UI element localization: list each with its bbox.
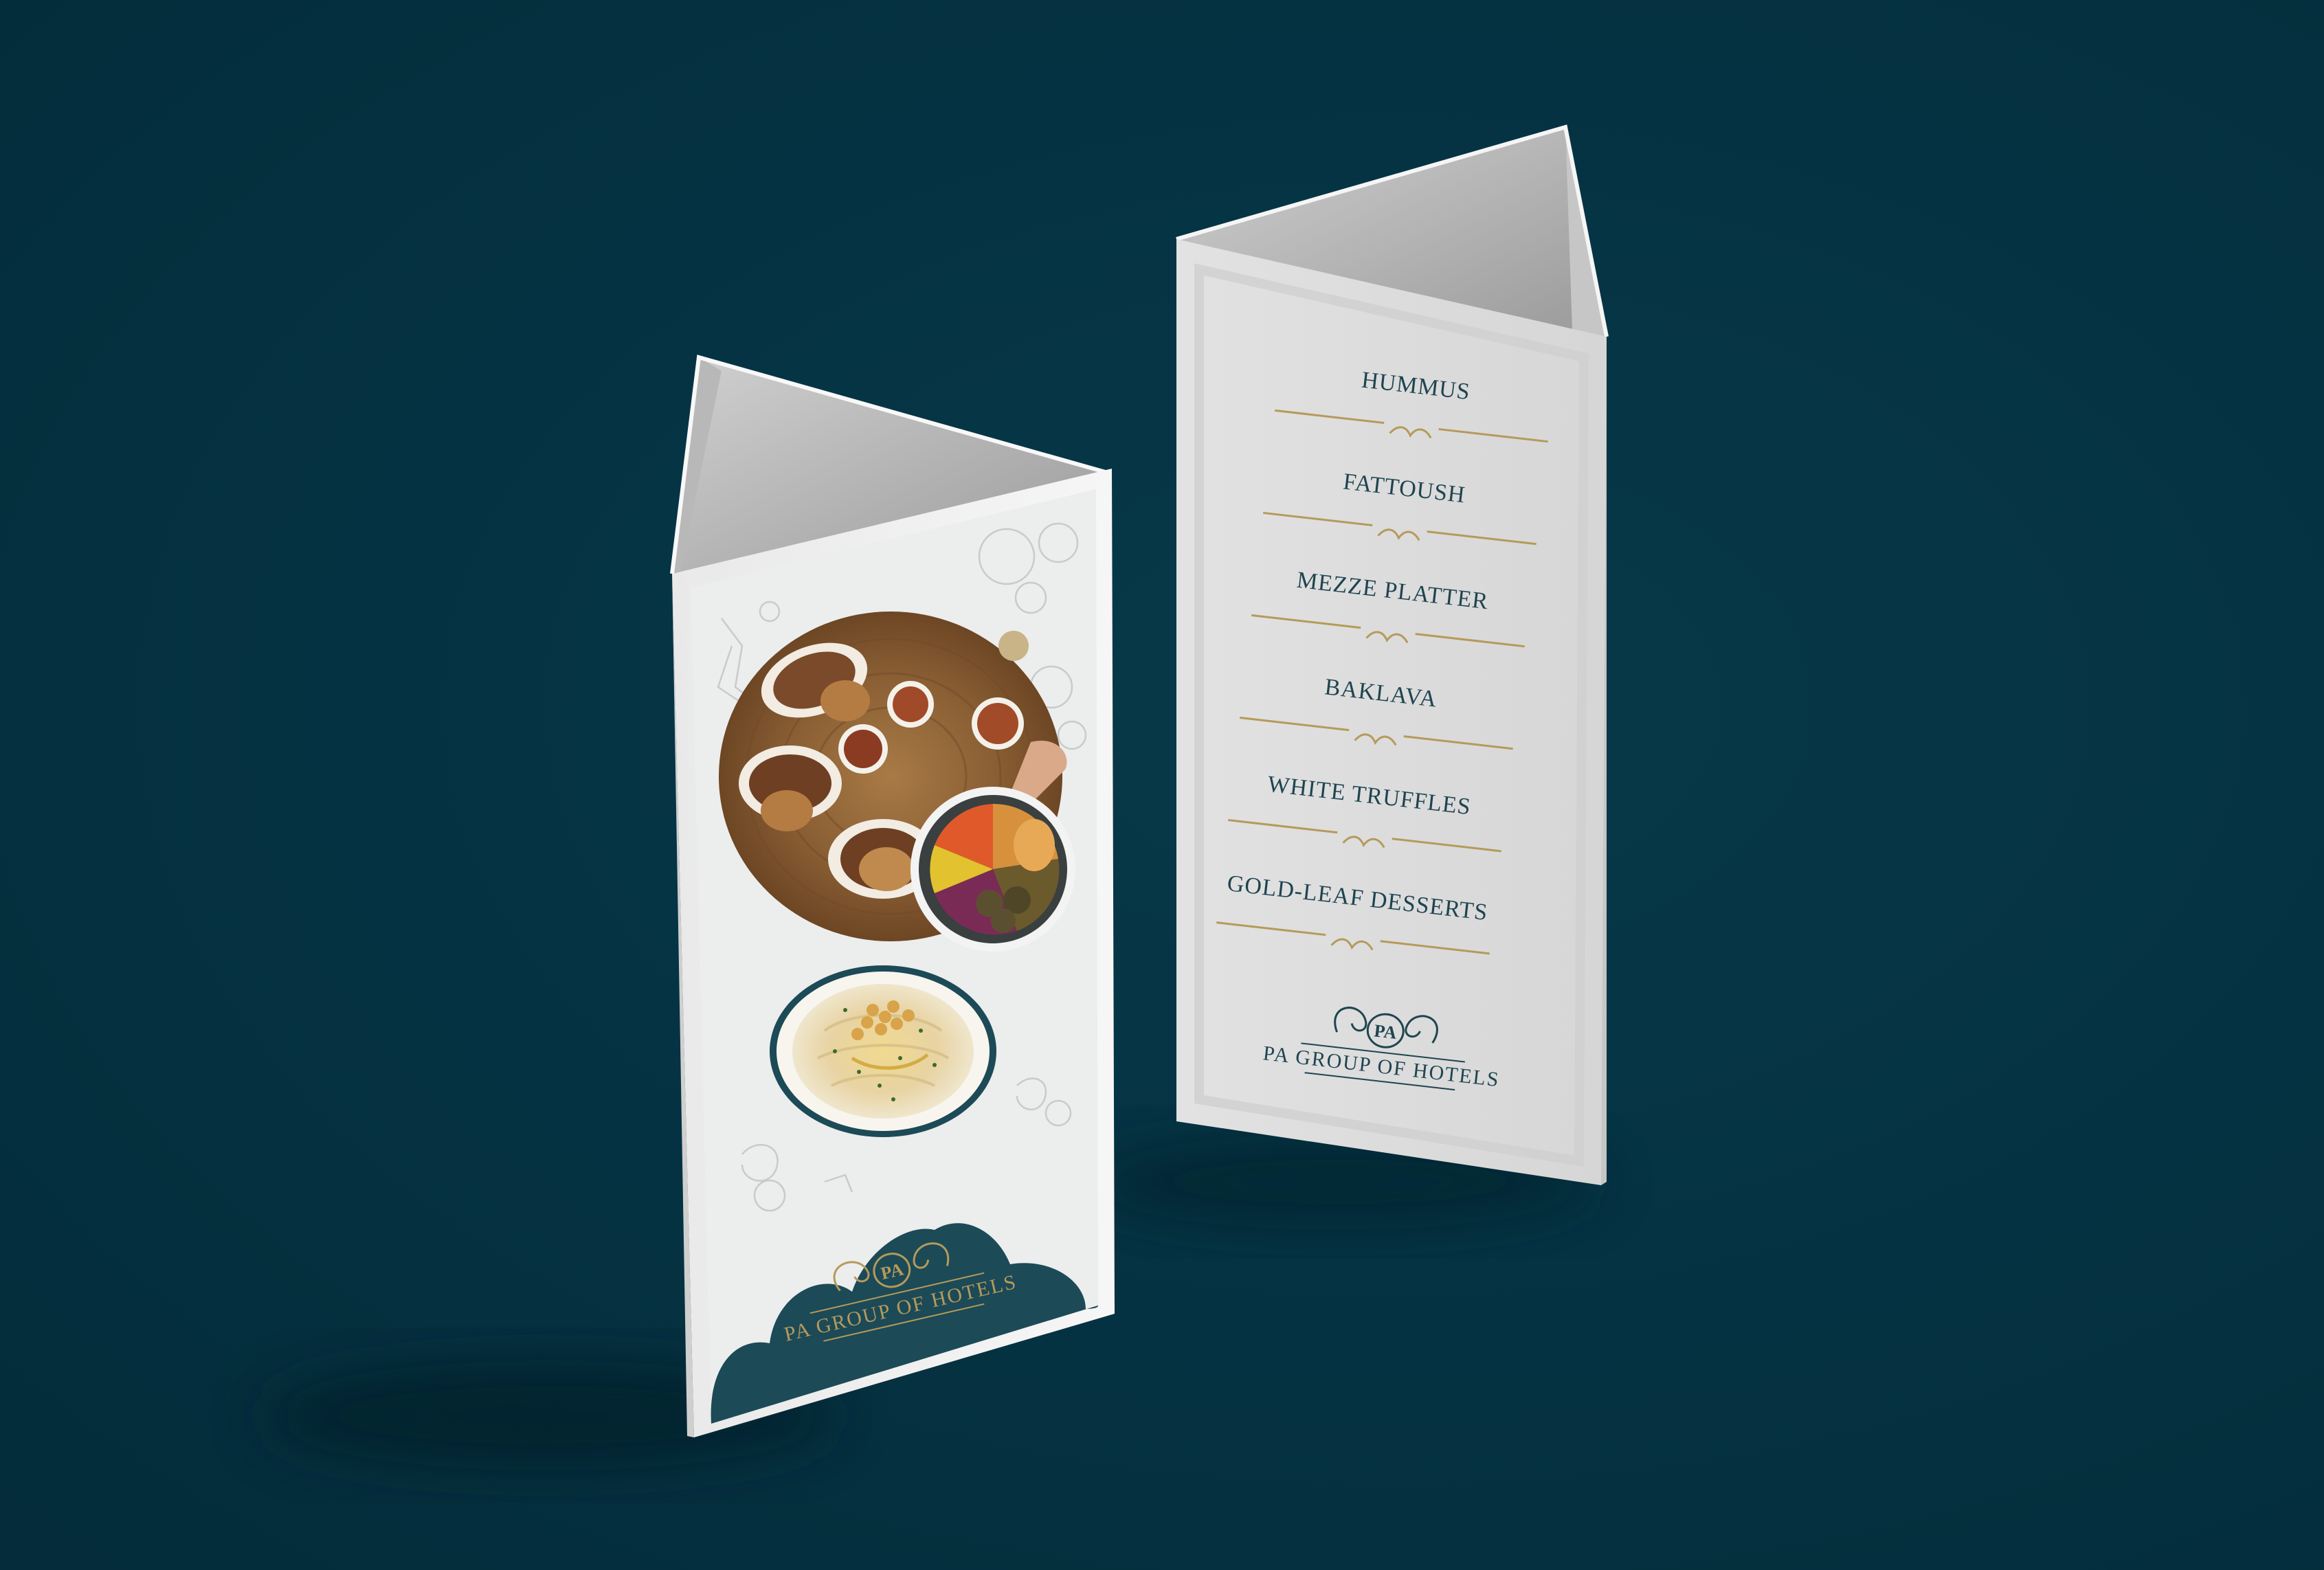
back-tent-card: HUMMUSFATTOUSHMEZZE PLATTERBAKLAVAWHITE … bbox=[1176, 124, 1609, 1185]
front-tent-card: PA PA GROUP OF HOTELS bbox=[670, 355, 1115, 1437]
hummus-bowl-photo bbox=[770, 965, 996, 1137]
falafel-bowl-photo bbox=[910, 787, 1075, 952]
back-card-brand-monogram: PA bbox=[1373, 1020, 1398, 1043]
tent-card-mockup-scene: HUMMUSFATTOUSHMEZZE PLATTERBAKLAVAWHITE … bbox=[261, 124, 1609, 1470]
